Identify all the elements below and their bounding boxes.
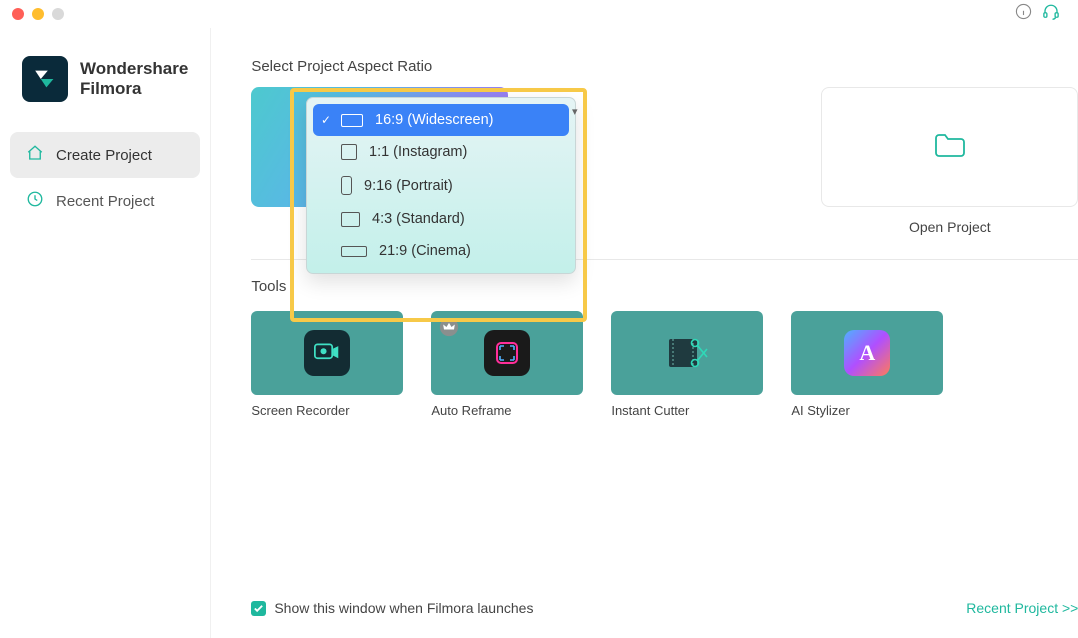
tools-header: Tools xyxy=(251,278,1078,295)
app-window: Wondershare Filmora Create Project Recen… xyxy=(0,0,1078,638)
show-on-launch-checkbox[interactable] xyxy=(251,601,266,616)
ratio-4-3-icon xyxy=(341,212,360,227)
sidebar-item-create-project[interactable]: Create Project xyxy=(10,132,200,178)
minimize-window-button[interactable] xyxy=(32,8,44,20)
aspect-option-4-3[interactable]: 4:3 (Standard) xyxy=(313,203,569,235)
tool-label: Auto Reframe xyxy=(431,403,583,418)
aspect-ratio-dropdown[interactable]: ✓ 16:9 (Widescreen) 1:1 (Instagram) 9:16… xyxy=(306,97,576,274)
aspect-option-21-9[interactable]: 21:9 (Cinema) xyxy=(313,235,569,267)
recent-project-link[interactable]: Recent Project >> xyxy=(966,600,1078,616)
window-titlebar xyxy=(0,0,1078,28)
check-icon: ✓ xyxy=(321,113,331,127)
option-label: 1:1 (Instagram) xyxy=(369,144,467,160)
brand-line2: Filmora xyxy=(80,79,188,99)
window-controls xyxy=(12,8,64,20)
close-window-button[interactable] xyxy=(12,8,24,20)
show-on-launch-label: Show this window when Filmora launches xyxy=(274,600,533,616)
aspect-option-9-16[interactable]: 9:16 (Portrait) xyxy=(313,168,569,203)
filmora-logo-icon xyxy=(22,56,68,102)
folder-icon xyxy=(933,131,967,164)
brand-name: Wondershare Filmora xyxy=(80,59,188,98)
sidebar-item-label: Create Project xyxy=(56,147,152,164)
ratio-21-9-icon xyxy=(341,246,367,257)
aspect-option-16-9[interactable]: ✓ 16:9 (Widescreen) xyxy=(313,104,569,136)
instant-cutter-icon xyxy=(664,330,710,376)
option-label: 21:9 (Cinema) xyxy=(379,243,471,259)
option-label: 9:16 (Portrait) xyxy=(364,178,453,194)
chevron-down-icon: ▾ xyxy=(572,105,578,118)
ratio-16-9-icon xyxy=(341,114,363,127)
option-label: 16:9 (Widescreen) xyxy=(375,112,493,128)
screen-recorder-icon xyxy=(304,330,350,376)
footer: Show this window when Filmora launches R… xyxy=(251,600,1078,624)
info-icon[interactable] xyxy=(1015,3,1032,25)
tool-ai-stylizer[interactable]: A xyxy=(791,311,943,395)
support-headset-icon[interactable] xyxy=(1042,3,1060,26)
tool-instant-cutter[interactable] xyxy=(611,311,763,395)
clock-icon xyxy=(26,190,44,212)
tool-auto-reframe[interactable] xyxy=(431,311,583,395)
brand-logo-block: Wondershare Filmora xyxy=(10,38,200,132)
brand-line1: Wondershare xyxy=(80,59,188,79)
tools-row: Screen Recorder Auto Reframe xyxy=(251,311,1078,418)
tool-label: Screen Recorder xyxy=(251,403,403,418)
ratio-1-1-icon xyxy=(341,144,357,160)
sidebar-item-label: Recent Project xyxy=(56,193,154,210)
tool-label: AI Stylizer xyxy=(791,403,943,418)
option-label: 4:3 (Standard) xyxy=(372,211,465,227)
aspect-ratio-label: Select Project Aspect Ratio xyxy=(251,58,1078,75)
home-icon xyxy=(26,144,44,166)
ratio-9-16-icon xyxy=(341,176,352,195)
premium-crown-icon xyxy=(439,317,459,337)
ai-stylizer-icon: A xyxy=(844,330,890,376)
sidebar: Wondershare Filmora Create Project Recen… xyxy=(0,28,211,638)
tool-label: Instant Cutter xyxy=(611,403,763,418)
sidebar-item-recent-project[interactable]: Recent Project xyxy=(10,178,200,224)
maximize-window-button[interactable] xyxy=(52,8,64,20)
open-project-label: Open Project xyxy=(821,219,1078,235)
auto-reframe-icon xyxy=(484,330,530,376)
open-project-card[interactable] xyxy=(821,87,1078,207)
tool-screen-recorder[interactable] xyxy=(251,311,403,395)
aspect-option-1-1[interactable]: 1:1 (Instagram) xyxy=(313,136,569,168)
